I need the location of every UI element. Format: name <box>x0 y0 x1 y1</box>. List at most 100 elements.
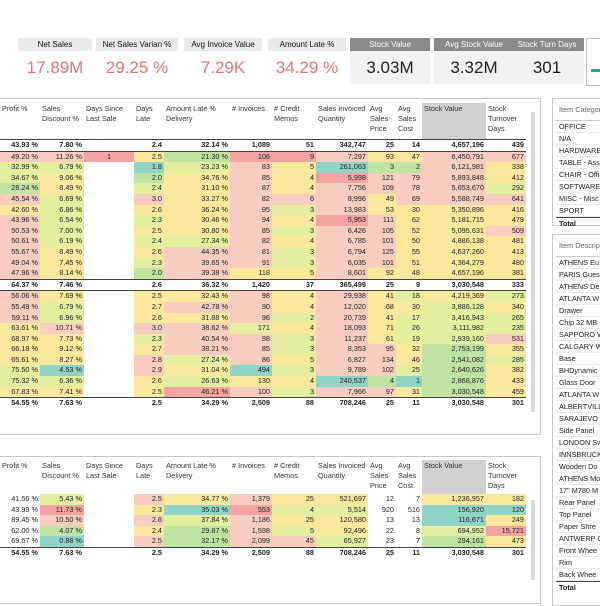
kpi-card[interactable]: Net Sales 17.89M <box>18 38 92 84</box>
table-row[interactable]: 50.53 % 7.00 % 2.5 30.80 % 85 3 6,426 105 52 5,09… <box>0 225 526 237</box>
slicer-item[interactable]: SAPPORO W <box>556 329 600 341</box>
column-header[interactable]: Days Late <box>134 460 164 494</box>
column-header[interactable]: # Invoices <box>230 460 272 494</box>
table-row[interactable]: 32.99 % 6.79 % 1.8 23.23 % 83 5 261,063 3 2 6,121… <box>0 162 526 173</box>
kpi-card[interactable]: Net Sales Varian % 29.25 % <box>96 38 178 84</box>
table-row[interactable]: 47.96 % 8.14 % 2.0 39.38 % 118 5 8,601 92 48 4,65… <box>0 268 526 280</box>
table-row[interactable]: 50.61 % 6.19 % 2.4 27.34 % 82 4 6,785 101 50 4,88… <box>0 236 526 247</box>
slicer-item[interactable]: SARAJEVO <box>556 413 600 425</box>
table-secondary-scrollbar[interactable] <box>531 500 535 580</box>
column-header[interactable]: Avg Sales Price <box>368 103 396 140</box>
column-header[interactable]: Days Late <box>134 103 164 140</box>
table-row[interactable]: 49.20 % 11.26 % 1 2.5 21.30 % 106 9 7,297 93 47 6,… <box>0 151 526 163</box>
table-row[interactable]: 42.60 % 6.86 % 2.6 36.24 % 95 3 13,983 53 30 5,35… <box>0 204 526 216</box>
slicer-item[interactable]: ATLANTA W <box>556 293 600 305</box>
column-header[interactable]: Stock Value <box>422 103 486 140</box>
column-header[interactable]: Sales Discount % <box>40 103 84 140</box>
kpi-card[interactable]: Stock Turn Days 301 <box>510 38 584 84</box>
column-header[interactable]: Stock Turnover Days <box>486 103 526 140</box>
slicer-item[interactable]: TABLE - Ass <box>556 157 600 169</box>
column-header[interactable]: Stock Turnover Days <box>486 460 526 494</box>
table-row[interactable]: 75.50 % 4.53 % 2.9 31.04 % 494 3 9,789 102 25 2,6… <box>0 365 526 377</box>
slicer-item[interactable]: Chip 32 MB <box>556 317 600 329</box>
table-row[interactable]: 43.96 % 6.54 % 2.3 30.46 % 94 4 5,953 111 62 5,18… <box>0 215 526 226</box>
slicer-item[interactable]: Top Panel <box>556 509 600 521</box>
slicer-item[interactable]: Glass Door <box>556 377 600 389</box>
table-row[interactable]: 66.18 % 9.12 % 2.7 38.21 % 85 3 8,353 95 32 2,753… <box>0 344 526 355</box>
table-total-row[interactable]: 64.37 % 7.46 % 2.6 36.32 % 1,420 37 365,499 25 9… <box>0 278 526 292</box>
column-header[interactable]: Amount Late % Delivery <box>164 103 230 140</box>
column-header[interactable]: # Credit Memos <box>272 460 316 494</box>
slicer-item[interactable]: BHDynamic <box>556 365 600 377</box>
slicer-item[interactable]: MISC - Misc <box>556 193 600 205</box>
slicer-item[interactable]: OFFICE <box>556 121 600 133</box>
slicer-item[interactable]: Side Panel <box>556 425 600 437</box>
slicer-item[interactable]: SOFTWARE <box>556 181 600 193</box>
table-row[interactable]: 45.54 % 6.69 % 3.0 33.27 % 82 6 8,996 49 69 5,588… <box>0 193 526 205</box>
table-row[interactable]: 28.24 % 8.49 % 2.4 31.10 % 87 4 7,756 109 78 5,65… <box>0 183 526 194</box>
slicer-item[interactable]: Rim <box>556 557 600 569</box>
slicer-item[interactable]: PARIS Gues <box>556 269 600 281</box>
slicer-item[interactable]: LONDON Sw <box>556 437 600 449</box>
slicer-item[interactable]: ALBERTVILL <box>556 401 600 413</box>
slicer-item[interactable]: INNSBRUCK <box>556 449 600 461</box>
table-main-scrollbar[interactable] <box>531 112 535 412</box>
slicer-item[interactable]: N/A <box>556 133 600 145</box>
column-header[interactable]: Stock Value <box>422 460 486 494</box>
table-row[interactable]: 89.45 % 10.50 % 2.6 37.84 % 1,186 25 120,580 13… <box>0 515 526 526</box>
column-header[interactable]: Sales Invoiced Quantity <box>316 103 368 140</box>
slicer-item[interactable]: Drawer <box>556 305 600 317</box>
table-row[interactable]: 68.97 % 7.73 % 2.3 40.54 % 98 3 11,237 61 19 2,93… <box>0 333 526 345</box>
table-row[interactable]: 75.32 % 6.36 % 2.6 26.63 % 130 4 240,537 4 1 2,86… <box>0 376 526 387</box>
table-row[interactable]: 69.67 % 0.88 % 2.5 32.17 % 2,099 45 65,927 23 7 2… <box>0 536 526 548</box>
slicer-item[interactable]: ANTWERP C <box>556 533 600 545</box>
slicer-item[interactable]: Base <box>556 353 600 365</box>
slicer-item[interactable]: Paper Shre <box>556 521 600 533</box>
table-total-row[interactable]: 54.55 % 7.63 % 2.5 34.29 % 2,509 88 708,246 25 1… <box>0 546 526 559</box>
table-row[interactable]: 41.56 % 5.43 % 2.5 34.77 % 1,379 25 521,697 12 7… <box>0 494 526 505</box>
column-header[interactable]: Days Since Last Sale <box>84 103 134 140</box>
table-row[interactable]: 62.00 % 4.07 % 2.4 29.87 % 1,598 5 92,496 22 8 69… <box>0 525 526 537</box>
column-header[interactable]: Avg Sales Cost <box>396 103 422 140</box>
table-row[interactable]: 34.67 % 9.06 % 2.0 34.76 % 85 4 5,998 121 79 5,89… <box>0 172 526 184</box>
kpi-card[interactable]: Avg Stock Value 3.32M <box>434 38 514 84</box>
table-total-row[interactable]: 54.55 % 7.63 % 2.5 34.29 % 2,509 88 708,246 25 1… <box>0 397 526 409</box>
slicer-item[interactable]: Back Whee <box>556 569 600 581</box>
table-row[interactable]: 49.04 % 7.45 % 2.3 39.65 % 91 3 6,035 101 51 4,36… <box>0 257 526 269</box>
slicer-item[interactable]: ATHENS Eu <box>556 257 600 269</box>
table-row[interactable]: 67.83 % 7.41 % 2.5 46.21 % 100 3 7,966 97 31 3,03… <box>0 386 526 398</box>
slicer-item[interactable]: CALGARY W <box>556 341 600 353</box>
table-row[interactable]: 43.99 % 11.73 % 2.3 35.03 % 553 4 5,514 920 516 1… <box>0 504 526 516</box>
table-cell: 68.97 % <box>0 333 40 345</box>
slicer-item[interactable]: ATLANTA W <box>556 389 600 401</box>
slicer-item[interactable]: CHAIR - Offi <box>556 169 600 181</box>
column-header[interactable]: Avg Sales Price <box>368 460 396 494</box>
table-row[interactable]: 63.61 % 10.71 % 3.0 38.62 % 171 4 18,093 71 26 3,… <box>0 323 526 334</box>
column-header[interactable]: # Invoices <box>230 103 272 140</box>
column-header[interactable]: Profit % <box>0 460 40 494</box>
column-header[interactable]: Days Since Last Sale <box>84 460 134 494</box>
column-header[interactable]: Sales Discount % <box>40 460 84 494</box>
table-row[interactable]: 56.06 % 7.69 % 2.5 32.43 % 98 4 29,938 41 18 4,21… <box>0 290 526 302</box>
kpi-card[interactable]: Amount Late % 34.29 % <box>268 38 346 84</box>
column-header[interactable]: Profit % <box>0 103 40 140</box>
slicer-item[interactable]: Front Whee <box>556 545 600 557</box>
table-total-row[interactable]: 43.93 % 7.80 % 2.4 32.14 % 1,089 51 342,747 25 1… <box>0 139 526 152</box>
slicer-item[interactable]: SPORT <box>556 205 600 217</box>
table-row[interactable]: 65.61 % 8.27 % 2.8 27.24 % 86 5 6,827 134 46 2,54… <box>0 354 526 366</box>
column-header[interactable]: Amount Late % Delivery <box>164 460 230 494</box>
slicer-item[interactable]: 17" M780 M <box>556 485 600 497</box>
column-header[interactable]: # Credit Memos <box>272 103 316 140</box>
slicer-item[interactable]: HARDWARE <box>556 145 600 157</box>
column-header[interactable]: Avg Sales Cost <box>396 460 422 494</box>
table-row[interactable]: 59.11 % 6.96 % 2.6 31.88 % 96 2 20,739 41 17 3,41… <box>0 312 526 324</box>
table-row[interactable]: 55.49 % 6.79 % 2.7 42.78 % 90 4 12,020 68 30 3,88… <box>0 301 526 313</box>
column-header[interactable]: Sales Invoiced Quantity <box>316 460 368 494</box>
slicer-item[interactable]: Rear Panel <box>556 497 600 509</box>
table-row[interactable]: 55.67 % 8.49 % 2.6 44.35 % 81 3 6,794 125 55 4,63… <box>0 246 526 258</box>
kpi-card[interactable]: Stock Value 3.03M <box>350 38 430 84</box>
slicer-item[interactable]: ATHENS De <box>556 281 600 293</box>
slicer-item[interactable]: ATHENS Mo <box>556 473 600 485</box>
slicer-item[interactable]: Wooden Do <box>556 461 600 473</box>
kpi-card[interactable]: Avg Invoice Value 7.29K <box>184 38 262 84</box>
